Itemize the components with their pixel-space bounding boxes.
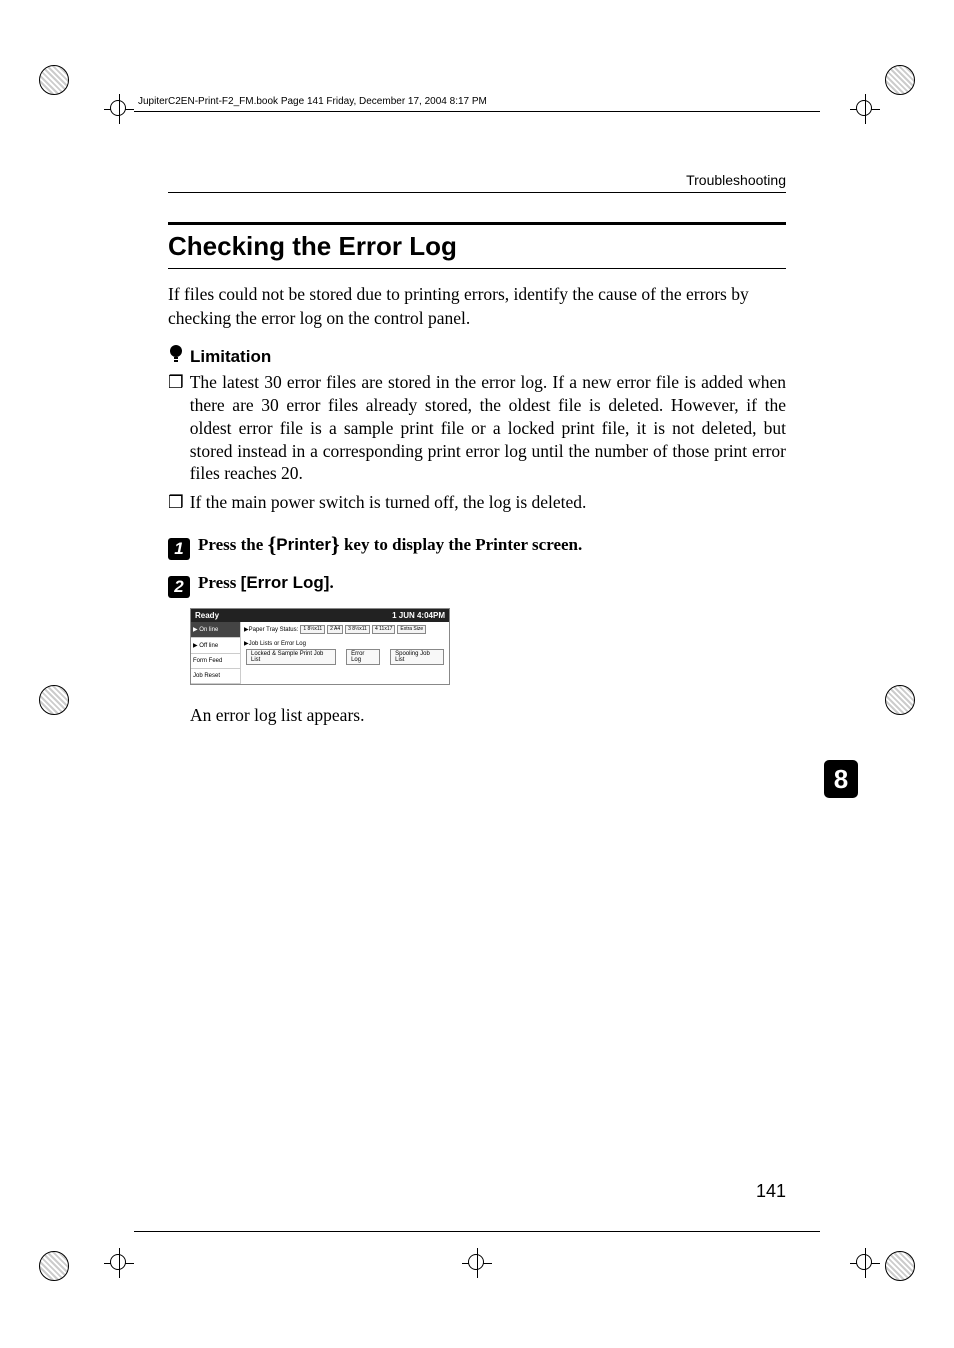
tray-slot: 2 A4 [327, 625, 343, 634]
printer-panel: Ready 1 JUN 4:04PM ▶ On line ▶ Off line … [190, 608, 450, 685]
reg-mark-icon [882, 682, 918, 718]
chapter-tab: 8 [824, 760, 858, 798]
intro-paragraph: If files could not be stored due to prin… [168, 283, 786, 330]
breadcrumb: Troubleshooting [686, 172, 786, 188]
tray-slot: Extra Size [397, 625, 426, 634]
step-one-icon: 1 [168, 538, 190, 560]
step-two-icon: 2 [168, 576, 190, 598]
error-log-button[interactable]: Error Log [346, 649, 380, 665]
locked-joblist-button[interactable]: Locked & Sample Print Job List [246, 649, 336, 665]
crop-line [134, 111, 820, 112]
joblist-label: ▶Job Lists or Error Log [244, 640, 446, 647]
tray-label: ▶Paper Tray Status: [244, 626, 298, 633]
panel-caption: An error log list appears. [190, 705, 786, 726]
crop-line [134, 1231, 820, 1232]
panel-online-button[interactable]: ▶ On line [191, 622, 240, 638]
book-meta: JupiterC2EN-Print-F2_FM.book Page 141 Fr… [138, 96, 487, 107]
breadcrumb-underline [168, 192, 786, 193]
step-one-text: Press the {Printer} key to display the P… [198, 530, 582, 556]
panel-jobreset-button[interactable]: Job Reset [191, 669, 240, 684]
bulb-icon [168, 344, 184, 369]
limitation-item: If the main power switch is turned off, … [190, 491, 587, 514]
bullet-icon: ❒ [168, 371, 184, 485]
reg-mark-icon [36, 1248, 72, 1284]
reg-mark-icon [882, 62, 918, 98]
limitation-item: The latest 30 error files are stored in … [190, 371, 786, 485]
panel-offline-button[interactable]: ▶ Off line [191, 638, 240, 654]
heading-rule [168, 268, 786, 269]
tray-slot: 1 8½x11 [300, 625, 325, 634]
reg-mark-icon [36, 682, 72, 718]
panel-clock: 1 JUN 4:04PM [392, 611, 445, 620]
step-two-text: Press [Error Log]. [198, 573, 334, 593]
heading-rule [168, 222, 786, 225]
reg-mark-icon [882, 1248, 918, 1284]
reg-mark-icon [36, 62, 72, 98]
tray-slot: 3 8½x11 [345, 625, 370, 634]
limitation-label: Limitation [190, 347, 271, 367]
panel-formfeed-button[interactable]: Form Feed [191, 654, 240, 669]
page-title: Checking the Error Log [168, 231, 786, 262]
tray-slot: 4 11x17 [372, 625, 395, 634]
spool-joblist-button[interactable]: Spooling Job List [390, 649, 444, 665]
page-number: 141 [756, 1181, 786, 1202]
bullet-icon: ❒ [168, 491, 184, 514]
panel-status: Ready [195, 611, 219, 620]
